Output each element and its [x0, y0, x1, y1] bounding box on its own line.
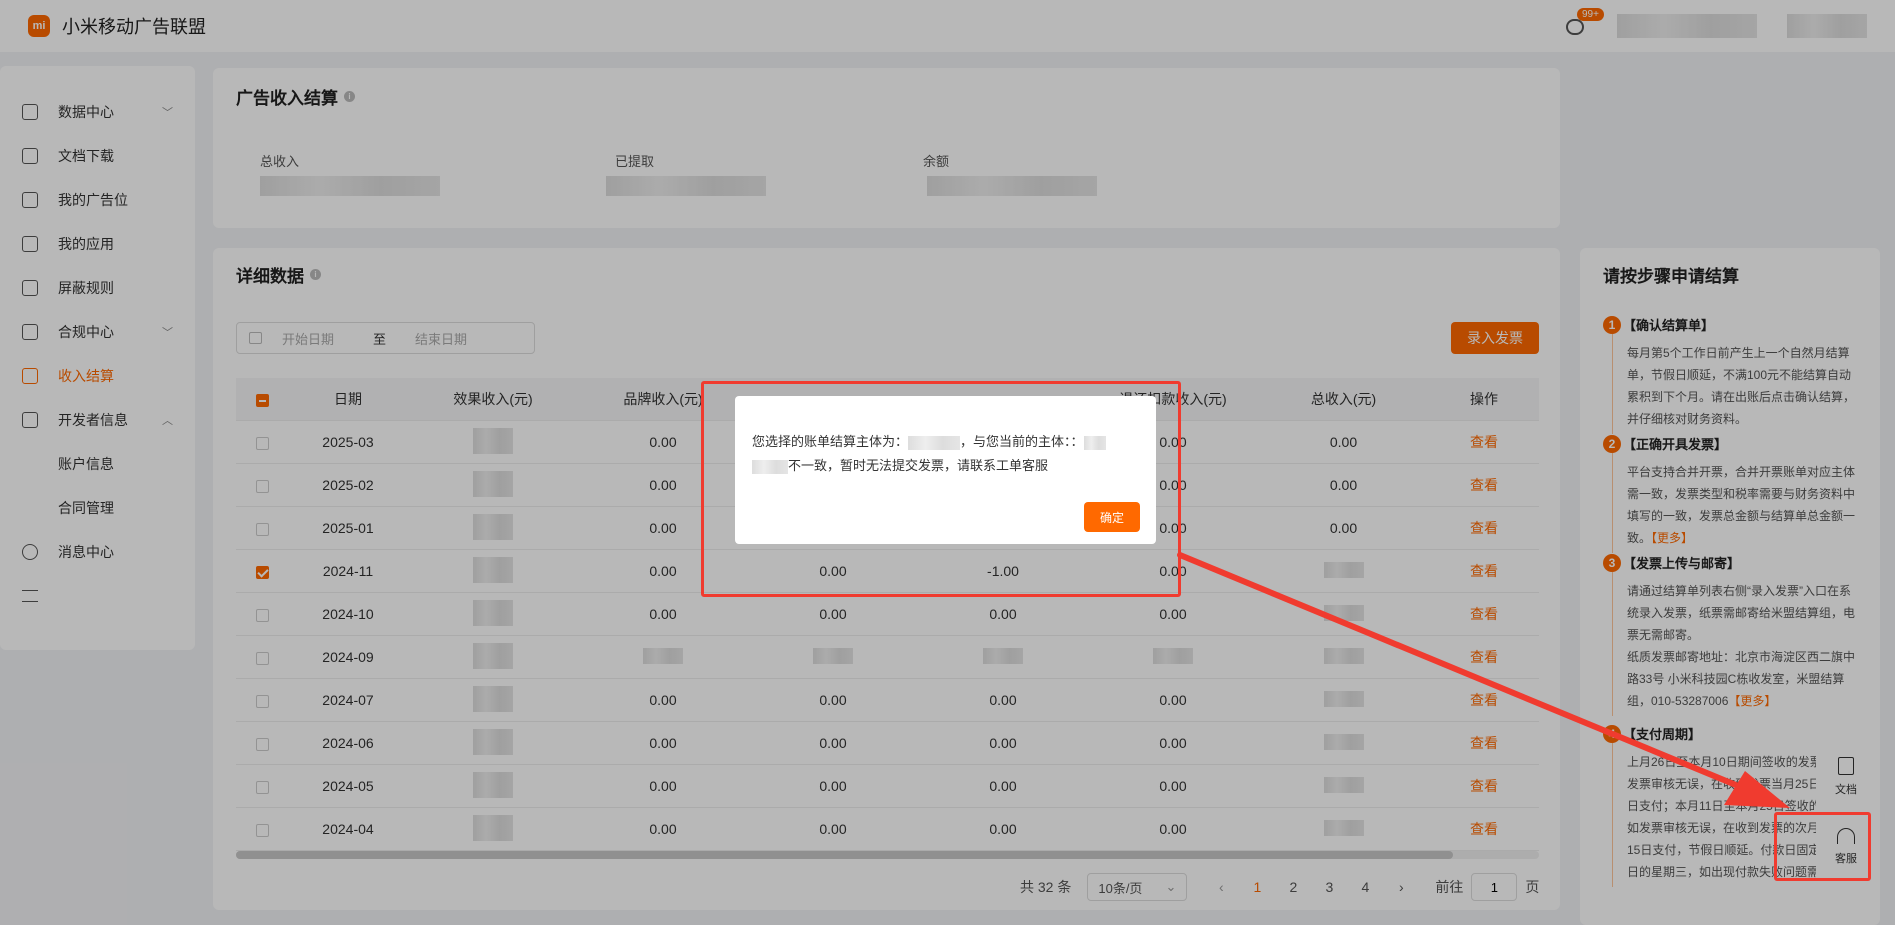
annotation-box-dialog: [701, 381, 1181, 597]
annotation-box-service: [1774, 812, 1871, 881]
